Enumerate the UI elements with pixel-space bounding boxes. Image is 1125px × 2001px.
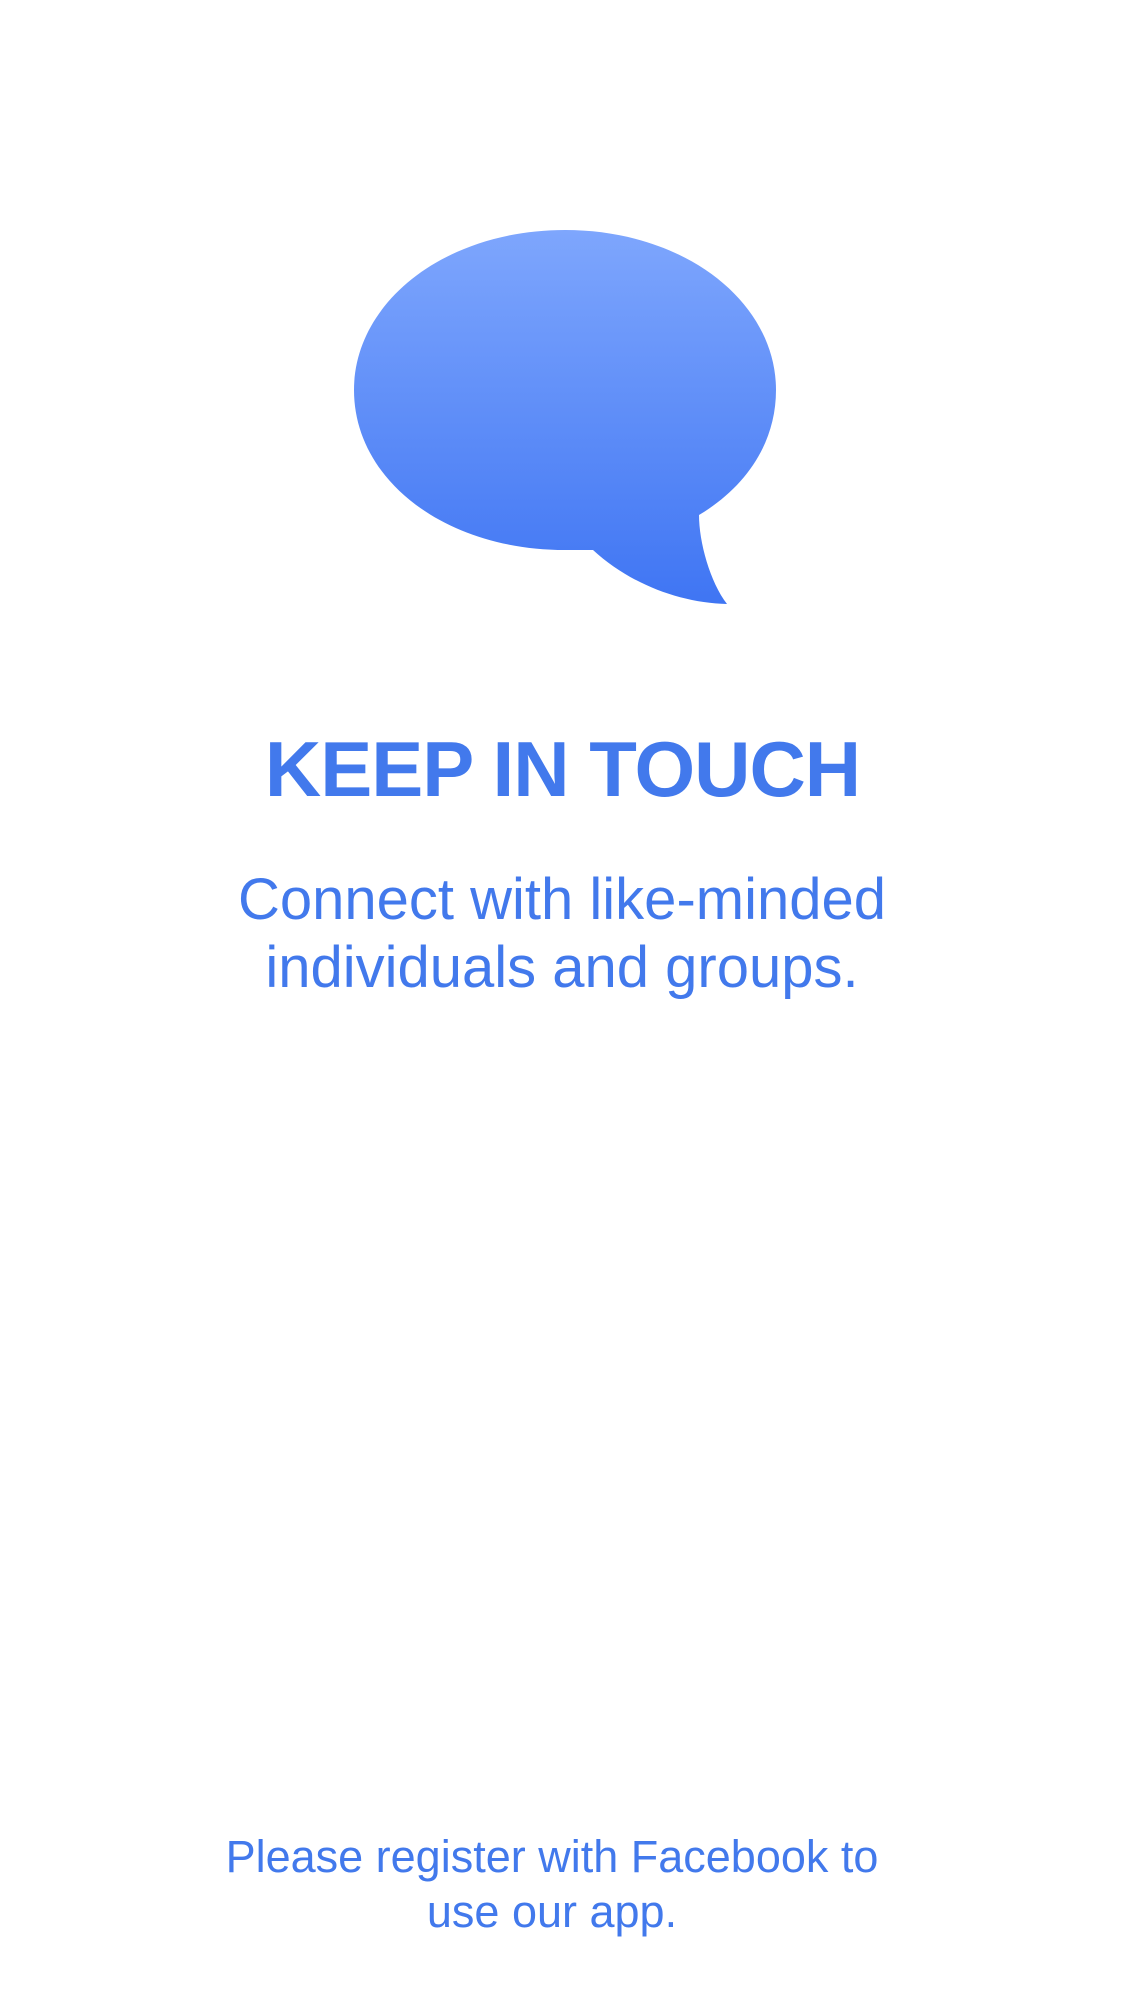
speech-bubble-icon [350, 228, 780, 608]
onboarding-screen: KEEP IN TOUCH Connect with like-minded i… [0, 0, 1125, 2001]
headline: KEEP IN TOUCH [264, 725, 861, 813]
register-note: Please register with Facebook to use our… [225, 1831, 879, 1937]
subtitle: Connect with like-minded individuals and… [238, 867, 886, 1000]
